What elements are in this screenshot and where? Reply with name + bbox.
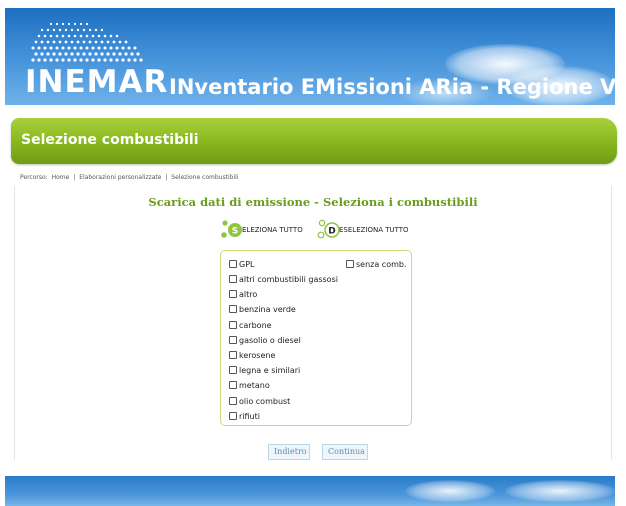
checkbox[interactable] — [229, 351, 237, 359]
checkbox[interactable] — [229, 321, 237, 329]
fuel-option-altro[interactable]: altro — [229, 288, 257, 300]
fuel-option-carbone[interactable]: carbone — [229, 319, 272, 331]
site-title: INventario EMissioni ARia - Regione Vene… — [169, 75, 615, 99]
content-heading: Scarica dati di emissione - Seleziona i … — [148, 195, 478, 209]
select-all-icon: S — [221, 220, 242, 238]
fuel-option-gpl[interactable]: GPL — [229, 258, 254, 270]
checkbox[interactable] — [229, 412, 237, 420]
breadcrumb-item-elaborazioni[interactable]: Elaborazioni personalizzate — [79, 174, 161, 181]
checkbox[interactable] — [229, 290, 237, 298]
page-title-bar: Selezione combustibili — [11, 118, 617, 164]
checkbox[interactable] — [229, 381, 237, 389]
breadcrumb-item-current: Selezione combustibili — [171, 174, 239, 181]
fuel-option-altri-gassosi[interactable]: altri combustibili gassosi — [229, 273, 338, 285]
header-banner: INEMAR INventario EMissioni ARia - Regio… — [5, 8, 615, 105]
back-button[interactable]: Indietro — [268, 444, 310, 460]
deselect-all-button[interactable]: D ESELEZIONA TUTTO — [317, 219, 409, 241]
checkbox[interactable] — [229, 305, 237, 313]
breadcrumb: Percorso: Home | Elaborazioni personaliz… — [20, 174, 240, 181]
checkbox[interactable] — [229, 397, 237, 405]
logo-dots-icon — [31, 22, 143, 62]
breadcrumb-prefix: Percorso: — [20, 174, 48, 181]
breadcrumb-separator: | — [73, 174, 76, 181]
fuel-option-olio-combust[interactable]: olio combust — [229, 395, 290, 407]
checkbox[interactable] — [229, 275, 237, 283]
checkbox[interactable] — [229, 336, 237, 344]
checkbox[interactable] — [229, 260, 237, 268]
select-all-label: ELEZIONA TUTTO — [242, 226, 303, 234]
fuel-option-gasolio[interactable]: gasolio o diesel — [229, 334, 301, 346]
fuel-option-benzina-verde[interactable]: benzina verde — [229, 303, 296, 315]
logo-text: INEMAR — [25, 64, 169, 100]
fuel-checkbox-list: GPL senza comb. altri combustibili gasso… — [220, 250, 412, 426]
continue-button[interactable]: Continua — [322, 444, 368, 460]
footer-banner — [5, 476, 615, 506]
cloud-decoration — [405, 480, 495, 502]
fuel-option-senza-comb[interactable]: senza comb. — [346, 258, 407, 270]
deselect-all-icon: D — [317, 219, 340, 239]
checkbox[interactable] — [229, 366, 237, 374]
select-all-letter: S — [232, 227, 238, 237]
breadcrumb-separator: | — [165, 174, 168, 181]
checkbox[interactable] — [346, 260, 354, 268]
fuel-option-kerosene[interactable]: kerosene — [229, 349, 275, 361]
page: INEMAR INventario EMissioni ARia - Regio… — [0, 0, 626, 506]
main-content: Scarica dati di emissione - Seleziona i … — [14, 186, 612, 460]
deselect-all-letter: D — [328, 227, 335, 237]
breadcrumb-item-home[interactable]: Home — [52, 174, 70, 181]
fuel-option-legna[interactable]: legna e similari — [229, 364, 300, 376]
select-all-button[interactable]: S ELEZIONA TUTTO — [220, 219, 303, 241]
fuel-option-metano[interactable]: metano — [229, 379, 270, 391]
deselect-all-label: ESELEZIONA TUTTO — [339, 226, 409, 234]
fuel-option-rifiuti[interactable]: rifiuti — [229, 410, 260, 422]
page-title: Selezione combustibili — [21, 132, 199, 148]
cloud-decoration — [505, 480, 615, 502]
